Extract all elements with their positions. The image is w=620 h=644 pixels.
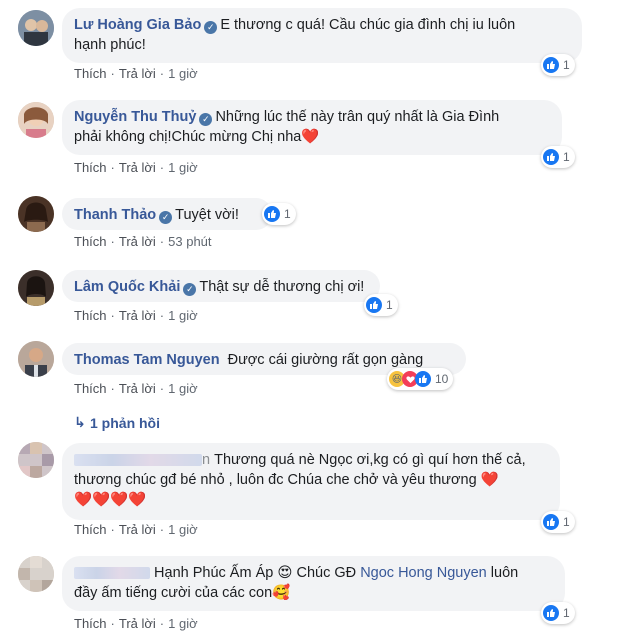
comment-bubble: Thanh Thảo ✓ Tuyệt vời! xyxy=(62,198,272,230)
like-link[interactable]: Thích xyxy=(74,616,107,631)
blurred-author-name[interactable] xyxy=(74,567,150,580)
reply-link[interactable]: Trả lời xyxy=(119,234,156,249)
avatar[interactable] xyxy=(18,442,54,478)
comment-text: E thương c quá! Cầu chúc gia đình chị iu… xyxy=(220,17,516,33)
like-reaction-icon xyxy=(264,206,280,222)
reaction-count[interactable]: 1 xyxy=(541,54,575,76)
timestamp[interactable]: 1 giờ xyxy=(168,308,198,323)
avatar[interactable] xyxy=(18,196,54,232)
reaction-count[interactable]: 1 xyxy=(541,146,575,168)
like-link[interactable]: Thích xyxy=(74,234,107,249)
like-link[interactable]: Thích xyxy=(74,160,107,175)
reaction-count[interactable]: 😆 10 xyxy=(387,368,454,390)
verified-badge-icon: ✓ xyxy=(204,21,218,34)
timestamp[interactable]: 1 giờ xyxy=(168,381,198,396)
comment-bubble: n Thương quá nè Ngọc ơi,kg có gì quí hơn… xyxy=(62,443,560,520)
like-reaction-icon xyxy=(366,297,382,313)
comment-author[interactable]: Thomas Tam Nguyen xyxy=(74,352,220,368)
timestamp[interactable]: 1 giờ xyxy=(168,522,198,537)
comment-actions: Thích · Trả lời · 1 giờ xyxy=(74,66,198,81)
like-link[interactable]: Thích xyxy=(74,308,107,323)
comment-text: Tuyệt vời! xyxy=(175,207,239,223)
comment-bubble: Nguyễn Thu Thuỷ ✓ Những lúc thế này trân q… xyxy=(62,100,562,155)
blurred-author-name[interactable] xyxy=(74,454,202,467)
like-link[interactable]: Thích xyxy=(74,522,107,537)
verified-badge-icon: ✓ xyxy=(183,283,197,296)
like-link[interactable]: Thích xyxy=(74,66,107,81)
avatar[interactable] xyxy=(18,556,54,592)
heart-eyes-emoji: 😍 xyxy=(277,565,293,581)
comment-text: luôn xyxy=(490,565,519,581)
comment-text: Thật sự dễ thương chị ơi! xyxy=(199,279,365,295)
like-reaction-icon xyxy=(543,514,559,530)
reply-link[interactable]: Trả lời xyxy=(119,522,156,537)
comment-actions: Thích · Trả lời · 1 giờ xyxy=(74,616,198,631)
reaction-count[interactable]: 1 xyxy=(364,294,398,316)
reply-link[interactable]: Trả lời xyxy=(119,66,156,81)
verified-badge-icon: ✓ xyxy=(159,211,173,224)
comment-author[interactable]: Thanh Thảo xyxy=(74,207,156,223)
comment-text: Được cái giường rất gọn gàng xyxy=(227,352,424,368)
reaction-count[interactable]: 1 xyxy=(541,511,575,533)
like-reaction-icon xyxy=(543,57,559,73)
timestamp[interactable]: 53 phút xyxy=(168,234,211,249)
comment-author[interactable]: n xyxy=(202,452,210,468)
comment-text: Hạnh Phúc Ấm Áp xyxy=(154,565,274,581)
comment-actions: Thích · Trả lời · 1 giờ xyxy=(74,381,198,396)
reply-link[interactable]: Trả lời xyxy=(119,308,156,323)
comment-text: phải không chị!Chúc mừng Chị nha xyxy=(74,129,302,145)
avatar[interactable] xyxy=(18,102,54,138)
comment-author[interactable]: Nguyễn Thu Thuỷ xyxy=(74,109,196,125)
comment-actions: Thích · Trả lời · 1 giờ xyxy=(74,308,198,323)
comment-actions: Thích · Trả lời · 1 giờ xyxy=(74,522,198,537)
comment-text: Thương quá nè Ngọc ơi,kg có gì quí hơn t… xyxy=(214,452,526,468)
view-replies-link[interactable]: ↳ 1 phản hồi xyxy=(74,414,160,431)
comment-author[interactable]: Lư Hoàng Gia Bảo xyxy=(74,17,201,33)
reaction-count[interactable]: 1 xyxy=(541,602,575,624)
avatar[interactable] xyxy=(18,341,54,377)
avatar[interactable] xyxy=(18,10,54,46)
comment-actions: Thích · Trả lời · 53 phút xyxy=(74,234,212,249)
like-reaction-icon xyxy=(543,605,559,621)
comment-text: đầy ấm tiếng cười của các con xyxy=(74,585,273,601)
comment-text: thương chúc gđ bé nhỏ , luôn đc Chúa che… xyxy=(74,472,477,488)
timestamp[interactable]: 1 giờ xyxy=(168,616,198,631)
like-link[interactable]: Thích xyxy=(74,381,107,396)
reply-link[interactable]: Trả lời xyxy=(119,160,156,175)
timestamp[interactable]: 1 giờ xyxy=(168,66,198,81)
reaction-count[interactable]: 1 xyxy=(262,203,296,225)
heart-emoji: ❤️ xyxy=(480,472,499,488)
comment-text: Những lúc thế này trân quý nhất là Gia Đ… xyxy=(215,109,500,125)
like-reaction-icon xyxy=(543,149,559,165)
reply-arrow-icon: ↳ xyxy=(74,414,86,430)
timestamp[interactable]: 1 giờ xyxy=(168,160,198,175)
comment-bubble: Lâm Quốc Khải ✓ Thật sự dễ thương chị ơi! xyxy=(62,270,380,302)
comment-author[interactable]: Lâm Quốc Khải xyxy=(74,279,180,295)
like-reaction-icon xyxy=(415,371,431,387)
comment-bubble: Hạnh Phúc Ấm Áp 😍 Chúc GĐ Ngoc Hong Nguy… xyxy=(62,556,565,611)
comment-text: Chúc GĐ xyxy=(296,565,357,581)
smiling-hearts-emoji: 🥰 xyxy=(272,585,291,601)
comment-bubble: Lư Hoàng Gia Bảo ✓ E thương c quá! Cầu chú… xyxy=(62,8,582,63)
mention-link[interactable]: Ngoc Hong Nguyen xyxy=(360,565,487,581)
comment-actions: Thích · Trả lời · 1 giờ xyxy=(74,160,198,175)
avatar[interactable] xyxy=(18,270,54,306)
reply-link[interactable]: Trả lời xyxy=(119,381,156,396)
hearts-emoji: ❤️❤️❤️❤️ xyxy=(74,492,147,508)
comment-text: hạnh phúc! xyxy=(74,37,146,53)
heart-emoji: ❤️ xyxy=(301,129,320,145)
verified-badge-icon: ✓ xyxy=(199,113,213,126)
reply-link[interactable]: Trả lời xyxy=(119,616,156,631)
